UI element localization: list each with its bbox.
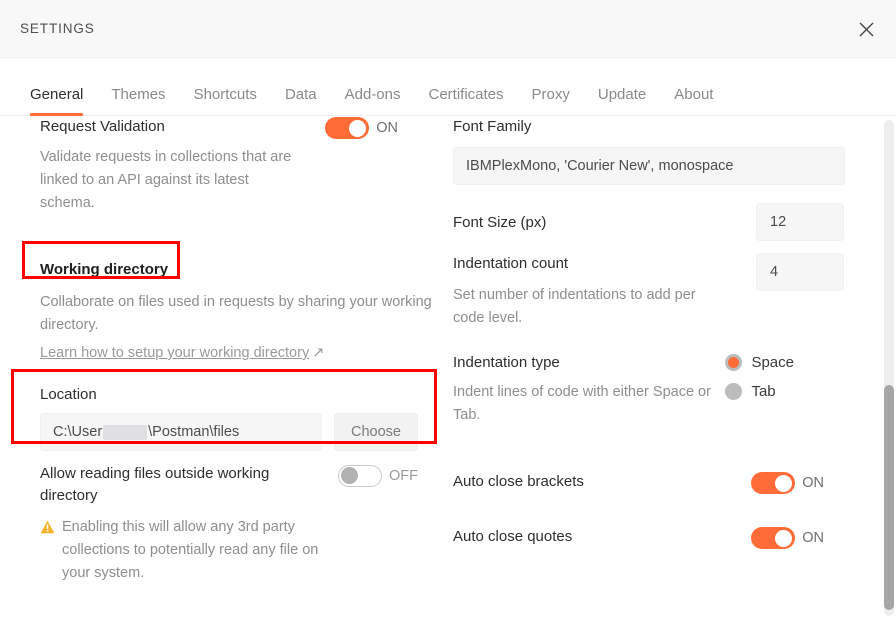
toggle-state-label: ON bbox=[376, 120, 398, 136]
settings-window: SETTINGS General Themes Shortcuts Data A… bbox=[0, 0, 896, 619]
font-family-value: IBMPlexMono, 'Courier New', monospace bbox=[466, 158, 734, 174]
external-link-arrow-icon: ↗ bbox=[312, 345, 325, 361]
tab-about[interactable]: About bbox=[660, 87, 727, 115]
location-input[interactable]: C:\User \Postman\files bbox=[40, 413, 322, 451]
auto-close-quotes-label: Auto close quotes bbox=[453, 528, 573, 545]
request-validation-helper: Validate requests in collections that ar… bbox=[40, 149, 292, 211]
close-button[interactable] bbox=[848, 11, 884, 47]
general-settings-right-column: Font Family IBMPlexMono, 'Courier New', … bbox=[453, 117, 848, 549]
tab-certificates[interactable]: Certificates bbox=[415, 87, 518, 115]
setting-auto-close-quotes: Auto close quotes ON bbox=[453, 526, 848, 549]
indentation-type-helper: Indent lines of code with either Space o… bbox=[453, 384, 711, 423]
tab-add-ons[interactable]: Add-ons bbox=[331, 87, 415, 115]
page-title: SETTINGS bbox=[20, 21, 95, 36]
warning-triangle-icon bbox=[40, 520, 55, 534]
tab-label: Data bbox=[284, 86, 317, 103]
close-icon bbox=[859, 22, 873, 36]
toggle-state-label: OFF bbox=[389, 468, 418, 484]
auto-close-brackets-toggle[interactable]: ON bbox=[751, 472, 824, 494]
working-directory-heading: Working directory bbox=[40, 261, 169, 278]
font-family-input[interactable]: IBMPlexMono, 'Courier New', monospace bbox=[453, 147, 845, 185]
setting-font-size: Font Size (px) 12 bbox=[453, 203, 848, 241]
setting-auto-close-brackets: Auto close brackets ON bbox=[453, 471, 848, 494]
toggle-switch[interactable] bbox=[751, 527, 796, 549]
allow-reading-warning-text: Enabling this will allow any 3rd party c… bbox=[62, 519, 319, 581]
indentation-type-text-block: Indentation type Indent lines of code wi… bbox=[453, 352, 725, 427]
location-value-prefix: C:\User bbox=[53, 424, 103, 440]
radio-option-space[interactable]: Space bbox=[725, 354, 794, 371]
tab-label: Certificates bbox=[428, 86, 504, 103]
location-field-row: C:\User \Postman\files Choose bbox=[40, 413, 440, 451]
link-label: Learn how to setup your working director… bbox=[40, 345, 310, 361]
tab-label: Themes bbox=[111, 86, 166, 103]
toggle-switch[interactable] bbox=[338, 465, 382, 487]
tab-data[interactable]: Data bbox=[271, 87, 331, 115]
radio-icon-unselected[interactable] bbox=[725, 383, 743, 400]
tab-label: Proxy bbox=[531, 86, 570, 103]
working-directory-helper: Collaborate on files used in requests by… bbox=[40, 294, 432, 333]
choose-directory-button[interactable]: Choose bbox=[334, 413, 418, 451]
toggle-knob bbox=[349, 119, 367, 137]
tab-label: Shortcuts bbox=[193, 86, 257, 103]
indentation-count-value: 4 bbox=[770, 264, 779, 280]
location-value-suffix: \Postman\files bbox=[148, 424, 240, 440]
tab-label: General bbox=[30, 86, 84, 103]
choose-button-label: Choose bbox=[351, 424, 401, 440]
toggle-switch[interactable] bbox=[751, 472, 796, 494]
tab-label: Add-ons bbox=[344, 86, 401, 103]
indentation-count-label: Indentation count bbox=[453, 255, 569, 272]
auto-close-quotes-toggle[interactable]: ON bbox=[751, 527, 824, 549]
toggle-state-label: ON bbox=[802, 530, 824, 546]
request-validation-toggle[interactable]: ON bbox=[325, 117, 398, 139]
toggle-switch[interactable] bbox=[325, 117, 370, 139]
tab-themes[interactable]: Themes bbox=[97, 87, 179, 115]
working-directory-learn-link[interactable]: Learn how to setup your working director… bbox=[40, 345, 324, 361]
tab-label: Update bbox=[597, 86, 647, 103]
radio-option-tab[interactable]: Tab bbox=[725, 383, 794, 400]
indentation-count-input[interactable]: 4 bbox=[756, 253, 844, 291]
font-size-value: 12 bbox=[770, 214, 787, 230]
indentation-count-helper: Set number of indentations to add per co… bbox=[453, 287, 696, 326]
tab-label: About bbox=[674, 86, 714, 103]
setting-indentation-count: Indentation count Set number of indentat… bbox=[453, 253, 848, 330]
font-size-input[interactable]: 12 bbox=[756, 203, 844, 241]
toggle-state-label: ON bbox=[802, 475, 824, 491]
setting-request-validation: Request Validation ON bbox=[40, 116, 440, 139]
toggle-knob bbox=[775, 474, 793, 492]
titlebar: SETTINGS bbox=[0, 0, 896, 58]
vertical-scrollbar-thumb[interactable] bbox=[884, 385, 894, 610]
request-validation-label: Request Validation bbox=[40, 118, 165, 135]
settings-content: Request Validation ON Validate requests … bbox=[0, 117, 896, 619]
auto-close-brackets-label: Auto close brackets bbox=[453, 473, 584, 490]
toggle-knob bbox=[775, 529, 793, 547]
font-family-label: Font Family bbox=[453, 118, 532, 135]
general-settings-left-column: Request Validation ON Validate requests … bbox=[40, 117, 440, 585]
tab-proxy[interactable]: Proxy bbox=[518, 87, 584, 115]
allow-reading-toggle[interactable]: OFF bbox=[338, 465, 418, 487]
radio-label: Tab bbox=[751, 383, 776, 400]
location-label: Location bbox=[40, 386, 97, 403]
radio-label: Space bbox=[751, 354, 794, 371]
indentation-type-label: Indentation type bbox=[453, 354, 560, 371]
redaction-block bbox=[103, 424, 148, 440]
font-size-label: Font Size (px) bbox=[453, 214, 547, 231]
allow-reading-warning: Enabling this will allow any 3rd party c… bbox=[40, 516, 440, 585]
indentation-count-text-block: Indentation count Set number of indentat… bbox=[453, 253, 723, 330]
setting-indentation-type: Indentation type Indent lines of code wi… bbox=[453, 352, 848, 427]
toggle-knob bbox=[341, 467, 358, 484]
radio-dot bbox=[728, 357, 740, 368]
allow-reading-label: Allow reading files outside working dire… bbox=[40, 465, 270, 504]
settings-tabs: General Themes Shortcuts Data Add-ons Ce… bbox=[0, 58, 896, 116]
radio-icon-selected[interactable] bbox=[725, 354, 743, 371]
tab-update[interactable]: Update bbox=[584, 87, 660, 115]
setting-allow-reading-files: Allow reading files outside working dire… bbox=[40, 463, 440, 507]
indentation-type-radio-group: Space Tab bbox=[725, 354, 794, 400]
tab-general[interactable]: General bbox=[16, 86, 97, 116]
tab-shortcuts[interactable]: Shortcuts bbox=[180, 87, 271, 115]
